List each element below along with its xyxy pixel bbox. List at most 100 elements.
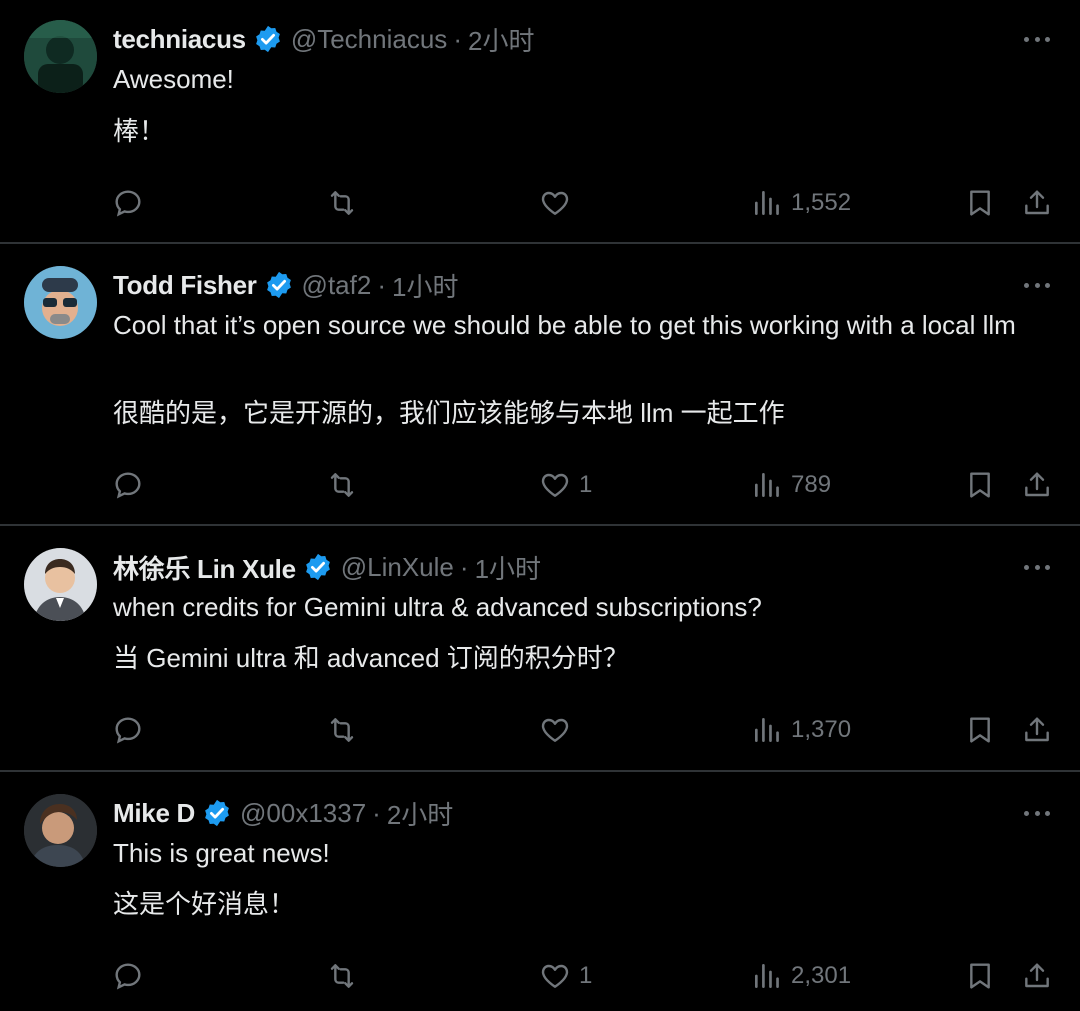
retweet-icon: [330, 473, 354, 497]
share-button[interactable]: [1021, 183, 1053, 223]
share-icon: [1025, 717, 1049, 742]
bookmark-button[interactable]: [964, 956, 996, 996]
retweet-button[interactable]: [326, 956, 366, 996]
views-button[interactable]: 789: [751, 465, 831, 505]
reply-icon: [115, 472, 141, 499]
views-chart-icon: [755, 964, 779, 988]
action-bar: 1 2,301: [0, 956, 1080, 996]
views-chart-icon: [755, 191, 779, 215]
views-chart-icon: [755, 718, 779, 742]
more-options-icon[interactable]: [1024, 809, 1050, 817]
share-icon: [1025, 963, 1049, 988]
action-bar: 1,370: [0, 710, 1080, 750]
tweet-header: Mike D @00x1337 · 2小时: [113, 795, 453, 831]
verified-badge-icon: [253, 24, 283, 54]
tweet-text-translation: 当 Gemini ultra 和 advanced 订阅的积分时？: [113, 643, 629, 673]
tweet-text-translation: 很酷的是，它是开源的，我们应该能够与本地 llm 一起工作: [113, 398, 785, 428]
share-button[interactable]: [1021, 465, 1053, 505]
display-name[interactable]: Mike D: [113, 798, 195, 829]
tweet-text-translation: 棒！: [113, 116, 166, 146]
action-bar: 1,552: [0, 183, 1080, 223]
retweet-button[interactable]: [326, 183, 366, 223]
more-options-icon[interactable]: [1024, 281, 1050, 289]
separator-dot: ·: [459, 551, 469, 582]
timestamp[interactable]: 2小时: [468, 21, 534, 58]
more-options-icon[interactable]: [1024, 563, 1050, 571]
views-chart-icon: [755, 473, 779, 497]
tweet-todd-fisher[interactable]: Todd Fisher @taf2 · 1小时 Cool that it’s o…: [0, 244, 1080, 525]
avatar[interactable]: [24, 266, 97, 339]
bookmark-button[interactable]: [964, 710, 996, 750]
avatar[interactable]: [24, 548, 97, 621]
like-count: 1: [579, 471, 593, 498]
tweet-techniacus[interactable]: techniacus @Techniacus · 2小时 Awesome! 棒！…: [0, 0, 1080, 243]
like-count: 1: [579, 962, 593, 989]
heart-icon: [541, 473, 569, 497]
reply-button[interactable]: [112, 465, 152, 505]
bookmark-icon: [970, 963, 990, 989]
retweet-button[interactable]: [326, 710, 366, 750]
bookmark-icon: [970, 190, 990, 216]
views-count: 1,552: [791, 189, 852, 216]
reply-button[interactable]: [112, 956, 152, 996]
bookmark-icon: [970, 472, 990, 498]
bookmark-icon: [970, 717, 990, 743]
more-options-icon[interactable]: [1024, 35, 1050, 43]
bookmark-button[interactable]: [964, 183, 996, 223]
tweet-header: 林徐乐 Lin Xule @LinXule · 1小时: [113, 549, 541, 585]
retweet-button[interactable]: [326, 465, 366, 505]
timestamp[interactable]: 1小时: [475, 549, 541, 586]
reply-feed: techniacus @Techniacus · 2小时 Awesome! 棒！…: [0, 0, 1080, 1011]
reply-icon: [115, 190, 141, 217]
views-count: 1,370: [791, 716, 852, 743]
reply-icon: [115, 963, 141, 990]
share-button[interactable]: [1021, 956, 1053, 996]
display-name[interactable]: techniacus: [113, 24, 246, 55]
views-count: 789: [791, 471, 832, 498]
separator-dot: ·: [372, 797, 381, 828]
tweet-text-original: Cool that it’s open source we should be …: [113, 310, 1016, 340]
tweet-text-original: This is great news!: [113, 838, 330, 868]
display-name[interactable]: Todd Fisher: [113, 270, 257, 301]
user-handle[interactable]: @LinXule: [341, 552, 454, 583]
timestamp[interactable]: 1小时: [392, 267, 458, 304]
share-icon: [1025, 472, 1049, 497]
tweet-text-translation: 这是个好消息！: [113, 889, 296, 919]
user-handle[interactable]: @Techniacus: [291, 24, 447, 55]
retweet-icon: [330, 191, 354, 215]
verified-badge-icon: [202, 798, 232, 828]
action-bar: 1 789: [0, 465, 1080, 505]
like-button[interactable]: 1: [539, 465, 592, 505]
separator-dot: ·: [377, 269, 386, 300]
tweet-header: Todd Fisher @taf2 · 1小时: [113, 267, 458, 303]
retweet-icon: [330, 964, 354, 988]
like-button[interactable]: 1: [539, 956, 592, 996]
like-button[interactable]: [539, 183, 579, 223]
reply-button[interactable]: [112, 183, 152, 223]
views-count: 2,301: [791, 962, 852, 989]
bookmark-button[interactable]: [964, 465, 996, 505]
user-handle[interactable]: @taf2: [302, 270, 372, 301]
tweet-header: techniacus @Techniacus · 2小时: [113, 21, 534, 57]
user-handle[interactable]: @00x1337: [240, 798, 366, 829]
tweet-mike-d[interactable]: Mike D @00x1337 · 2小时 This is great news…: [0, 772, 1080, 1011]
heart-icon: [541, 191, 569, 215]
display-name[interactable]: 林徐乐 Lin Xule: [113, 549, 296, 586]
share-icon: [1025, 190, 1049, 215]
timestamp[interactable]: 2小时: [387, 795, 453, 832]
views-button[interactable]: 2,301: [751, 956, 851, 996]
views-button[interactable]: 1,370: [751, 710, 851, 750]
share-button[interactable]: [1021, 710, 1053, 750]
tweet-lin-xule[interactable]: 林徐乐 Lin Xule @LinXule · 1小时 when credits…: [0, 526, 1080, 771]
verified-badge-icon: [303, 552, 333, 582]
reply-button[interactable]: [112, 710, 152, 750]
heart-icon: [541, 718, 569, 742]
verified-badge-icon: [264, 270, 294, 300]
tweet-text-original: Awesome!: [113, 64, 234, 94]
views-button[interactable]: 1,552: [751, 183, 851, 223]
retweet-icon: [330, 718, 354, 742]
like-button[interactable]: [539, 710, 579, 750]
heart-icon: [541, 964, 569, 988]
avatar[interactable]: [24, 794, 97, 867]
avatar[interactable]: [24, 20, 97, 93]
